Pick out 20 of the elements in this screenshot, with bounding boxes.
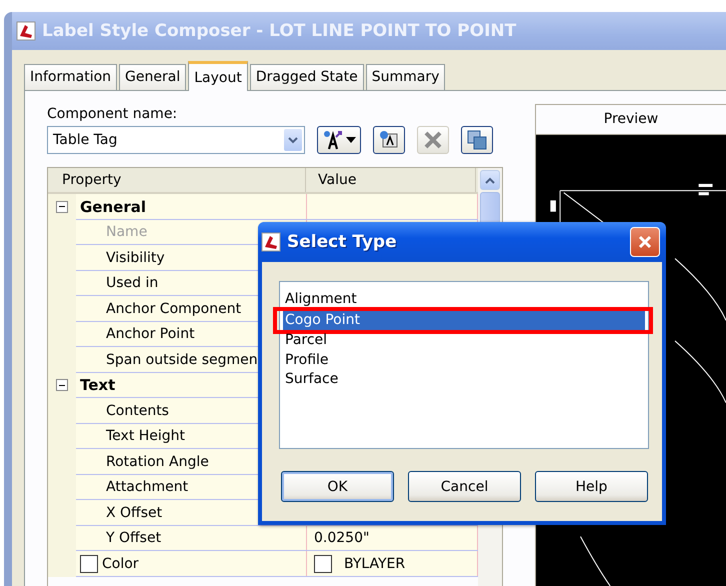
category-heading: Text [80, 376, 116, 394]
property-name: Name [106, 224, 148, 240]
property-name: Contents [106, 402, 169, 419]
property-name: Visibility [106, 250, 165, 266]
property-value: 0.0250" [314, 530, 370, 546]
property-name: Rotation Angle [106, 454, 209, 470]
property-name: Span outside segmen [106, 352, 258, 368]
property-value: BYLAYER [344, 556, 406, 572]
property-name: Anchor Point [106, 326, 195, 342]
category-heading: General [80, 198, 146, 216]
property-name: Used in [106, 275, 158, 292]
dialog-title: Select Type [287, 232, 398, 252]
property-name: X Offset [106, 504, 162, 521]
property-name: Color [102, 556, 139, 572]
property-name: Attachment [106, 479, 188, 496]
field-label: Component name: [47, 105, 178, 124]
property-name: Anchor Component [106, 300, 242, 317]
window-title: Label Style Composer - LOT LINE POINT TO POINT [42, 21, 516, 41]
property-name: Text Height [106, 428, 186, 444]
property-name: Y Offset [106, 530, 162, 546]
